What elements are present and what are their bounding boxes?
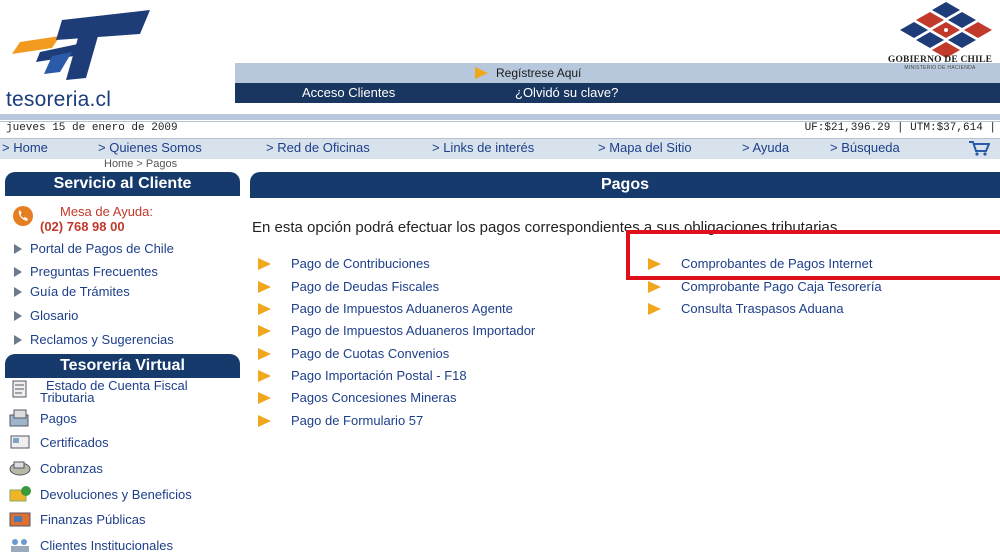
arrow-icon (258, 391, 271, 404)
sidebar-item-certificados[interactable]: Certificados (8, 433, 109, 451)
payments-icon (9, 409, 29, 427)
virtual-section-title: Tesorería Virtual (5, 354, 240, 378)
arrow-icon (258, 302, 271, 315)
header-divider (0, 114, 1000, 120)
sidebar-item-pagos[interactable]: Pagos (8, 409, 77, 427)
service-section-title: Servicio al Cliente (5, 172, 240, 196)
payment-link[interactable]: Pago Importación Postal - F18 (258, 368, 467, 383)
tesoreria-logo (12, 10, 150, 80)
payment-link[interactable]: Pago de Impuestos Aduaneros Agente (258, 301, 513, 316)
institution-icon (11, 539, 29, 552)
payment-link[interactable]: Pago de Contribuciones (258, 256, 430, 271)
sidebar-item-reclamos[interactable]: Reclamos y Sugerencias (14, 332, 174, 347)
nav-red-oficinas[interactable]: > Red de Oficinas (266, 140, 370, 155)
government-crest-icon (900, 2, 992, 58)
payment-link[interactable]: Pagos Concesiones Mineras (258, 390, 456, 405)
government-subtitle: MINISTERIO DE HACIENDA (904, 65, 976, 71)
document-icon (12, 380, 27, 398)
bullet-icon (14, 243, 22, 254)
bullet-icon (14, 310, 22, 321)
certificate-icon (10, 435, 30, 449)
cart-icon[interactable] (968, 140, 990, 156)
help-desk-phone: (02) 768 98 00 (40, 219, 125, 234)
nav-quienes-somos[interactable]: > Quienes Somos (98, 140, 202, 155)
register-link[interactable]: Regístrese Aquí (475, 63, 581, 83)
bullet-icon (14, 286, 22, 297)
arrow-icon (258, 369, 271, 382)
sidebar-item-glosario[interactable]: Glosario (14, 308, 78, 323)
payment-link[interactable]: Pago de Impuestos Aduaneros Importador (258, 323, 535, 338)
arrow-icon (258, 414, 271, 427)
nav-links-interes[interactable]: > Links de interés (432, 140, 534, 155)
payment-link[interactable]: Pago de Cuotas Convenios (258, 346, 449, 361)
sidebar-item-devoluciones[interactable]: Devoluciones y Beneficios (8, 485, 192, 503)
arrow-icon (648, 302, 661, 315)
arrow-icon (648, 280, 661, 293)
nav-busqueda[interactable]: > Búsqueda (830, 140, 900, 155)
help-desk-title: Mesa de Ayuda: (60, 204, 153, 219)
payment-link[interactable]: Pago de Formulario 57 (258, 413, 423, 428)
arrow-icon (258, 347, 271, 360)
highlight-box (626, 230, 1000, 280)
nav-home[interactable]: > Home (2, 140, 48, 155)
arrow-icon (258, 257, 271, 270)
sidebar-item-clientes[interactable]: Clientes Institucionales (8, 536, 173, 554)
phone-icon (13, 206, 33, 226)
current-date: jueves 15 de enero de 2009 (6, 122, 178, 134)
sidebar-item-preguntas[interactable]: Preguntas Frecuentes (14, 264, 158, 279)
sidebar-item-finanzas[interactable]: Finanzas Públicas (8, 510, 146, 528)
register-label: Regístrese Aquí (496, 66, 582, 80)
economic-indicators: UF:$21,396.29 | UTM:$37,614 | (804, 122, 996, 134)
government-title: GOBIERNO DE CHILE (887, 55, 993, 65)
bullet-icon (14, 334, 22, 345)
collections-icon (9, 461, 31, 476)
refunds-icon (9, 486, 31, 502)
forgot-password-link[interactable]: ¿Olvidó su clave? (515, 83, 618, 103)
access-clients-link[interactable]: Acceso Clientes (302, 83, 395, 103)
nav-mapa-sitio[interactable]: > Mapa del Sitio (598, 140, 692, 155)
sidebar-item-cobranzas[interactable]: Cobranzas (8, 459, 103, 477)
payment-link[interactable]: Pago de Deudas Fiscales (258, 279, 439, 294)
page-title: Pagos (250, 172, 1000, 198)
nav-ayuda[interactable]: > Ayuda (742, 140, 789, 155)
sidebar-item-estado-cuenta[interactable]: Estado de Cuenta Fiscal Tributaria (8, 379, 188, 404)
arrow-icon (258, 280, 271, 293)
finance-icon (9, 512, 31, 527)
payment-link-caja[interactable]: Comprobante Pago Caja Tesorería (648, 279, 882, 294)
government-label: GOBIERNO DE CHILE MINISTERIO DE HACIENDA (880, 55, 1000, 71)
arrow-icon (475, 67, 488, 79)
sidebar-item-portal-pagos[interactable]: Portal de Pagos de Chile (14, 241, 174, 256)
arrow-icon (258, 324, 271, 337)
breadcrumb: Home > Pagos (104, 158, 178, 170)
brand-name: tesoreria.cl (6, 88, 112, 111)
bullet-icon (14, 266, 22, 277)
sidebar-item-guia[interactable]: Guía de Trámites (14, 284, 130, 299)
payment-link-traspasos[interactable]: Consulta Traspasos Aduana (648, 301, 844, 316)
